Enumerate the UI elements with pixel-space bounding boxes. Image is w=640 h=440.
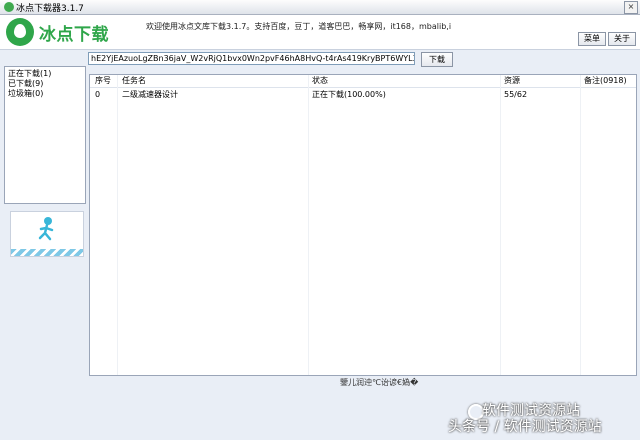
- task-list: 序号 任务名 状态 资源 备注(0918) 0 二级减速器设计 正在下载(100…: [89, 74, 637, 376]
- watermark-line2: 头条号 / 软件测试资源站: [448, 419, 602, 435]
- col-header-index[interactable]: 序号: [95, 75, 111, 87]
- download-button[interactable]: 下载: [421, 52, 453, 67]
- url-input[interactable]: hE2YjEAzuoLgZBn36jaV_W2vRjQ1bvx0Wn2pvF46…: [88, 52, 415, 65]
- status-text: 鑒儿润迚℃诒谚€媯�: [340, 378, 419, 387]
- column-divider: [117, 75, 118, 375]
- sidebar-item-downloaded[interactable]: 已下载(9): [5, 79, 85, 89]
- logo-text: 冰点下载: [39, 24, 109, 45]
- cell-resource: 55/62: [504, 90, 528, 99]
- col-header-status[interactable]: 状态: [312, 75, 328, 87]
- progress-stripe: [11, 249, 83, 256]
- cell-index: 0: [95, 90, 101, 99]
- sidebar: 正在下载(1) 已下载(9) 垃圾箱(0): [4, 66, 86, 204]
- menu-button[interactable]: 菜单: [578, 32, 606, 46]
- column-divider: [580, 75, 581, 375]
- col-header-note[interactable]: 备注(0918): [584, 75, 627, 87]
- cell-status: 正在下载(100.00%): [312, 90, 386, 99]
- sidebar-item-downloading[interactable]: 正在下载(1): [5, 69, 85, 79]
- col-header-task[interactable]: 任务名: [122, 75, 146, 87]
- about-button[interactable]: 关于: [608, 32, 636, 46]
- close-button[interactable]: ×: [624, 1, 638, 14]
- column-divider: [308, 75, 309, 375]
- col-header-resource[interactable]: 资源: [504, 75, 520, 87]
- logo: 冰点下载: [6, 17, 109, 47]
- running-figure-icon: [38, 217, 54, 241]
- watermark: 软件测试资源站 头条号 / 软件测试资源站: [448, 396, 638, 436]
- table-row[interactable]: 0 二级减速器设计 正在下载(100.00%) 55/62: [90, 89, 636, 101]
- window-title: 冰点下载器3.1.7: [16, 4, 84, 14]
- column-divider: [500, 75, 501, 375]
- leaf-drop-icon: [6, 18, 34, 46]
- toolbar: hE2YjEAzuoLgZBn36jaV_W2vRjQ1bvx0Wn2pvF46…: [0, 50, 640, 68]
- title-bar: 冰点下载器3.1.7 ×: [0, 0, 640, 15]
- animation-box: [10, 211, 84, 257]
- cell-task: 二级减速器设计: [122, 90, 178, 99]
- table-header: 序号 任务名 状态 资源 备注(0918): [90, 75, 636, 88]
- app-icon: [4, 2, 14, 12]
- sidebar-item-trash[interactable]: 垃圾箱(0): [5, 89, 85, 99]
- header: 冰点下载 欢迎使用冰点文库下载3.1.7。支持百度，豆丁，道客巴巴，畅享网，it…: [0, 15, 640, 50]
- welcome-text: 欢迎使用冰点文库下载3.1.7。支持百度，豆丁，道客巴巴，畅享网，it168，m…: [146, 22, 452, 31]
